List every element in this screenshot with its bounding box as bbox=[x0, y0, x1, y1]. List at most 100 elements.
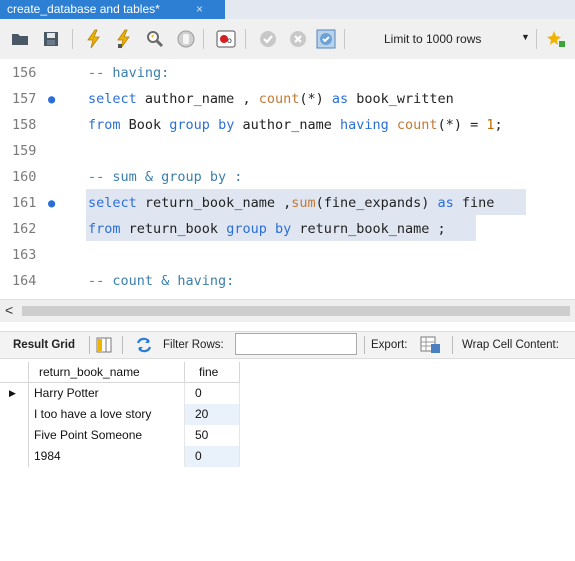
code-text: -- sum & group by : bbox=[88, 164, 242, 190]
code-line[interactable]: 157 ● select author_name , count(*) as boo… bbox=[0, 86, 575, 112]
line-number: 159 bbox=[12, 143, 37, 159]
row-marker[interactable] bbox=[0, 404, 29, 425]
export-label: Export: bbox=[371, 339, 408, 351]
row-marker[interactable] bbox=[0, 446, 29, 467]
beautify-icon[interactable] bbox=[546, 29, 566, 49]
code-token: from bbox=[88, 221, 121, 237]
stop-icon[interactable] bbox=[176, 29, 196, 49]
editor-tab-bar: create_database and tables* × bbox=[0, 0, 575, 19]
code-line[interactable]: 158 from Book group by author_name having… bbox=[0, 112, 575, 138]
toolbar-separator bbox=[122, 336, 123, 354]
code-token: return_book_name ; bbox=[291, 221, 446, 237]
refresh-icon[interactable] bbox=[135, 337, 153, 353]
statement-marker-icon: ● bbox=[48, 92, 56, 106]
toolbar-separator bbox=[72, 29, 73, 49]
code-line[interactable]: 162 from return_book group by return_book… bbox=[0, 216, 575, 242]
column-header[interactable]: return_book_name bbox=[29, 362, 185, 383]
code-token: as bbox=[331, 91, 349, 107]
code-token: select bbox=[88, 91, 137, 107]
scrollbar-thumb[interactable] bbox=[22, 306, 570, 316]
code-text: from return_book group by return_book_na… bbox=[88, 216, 446, 242]
tab-title: create_database and tables* bbox=[7, 2, 160, 16]
code-token: select bbox=[88, 195, 137, 211]
code-line[interactable]: 159 bbox=[0, 138, 575, 164]
line-number: 162 bbox=[12, 221, 37, 237]
code-token: count bbox=[258, 91, 300, 107]
toolbar-separator bbox=[245, 29, 246, 49]
current-row-icon: ▶ bbox=[9, 388, 16, 398]
table-cell[interactable]: 1984 bbox=[29, 446, 185, 467]
code-text: -- having: bbox=[88, 60, 169, 86]
code-token: return_book bbox=[120, 221, 227, 237]
tab-close-icon[interactable]: × bbox=[196, 0, 203, 19]
code-token: group by bbox=[226, 221, 292, 237]
toolbar-separator bbox=[536, 29, 537, 49]
code-text: select return_book_name ,sum(fine_expand… bbox=[88, 190, 494, 216]
line-number: 160 bbox=[12, 169, 37, 185]
wrap-cell-content-label[interactable]: Wrap Cell Content: bbox=[462, 339, 559, 351]
explain-icon[interactable] bbox=[145, 29, 165, 49]
scroll-left-icon[interactable]: < bbox=[5, 302, 13, 318]
table-cell[interactable]: I too have a love story bbox=[29, 404, 185, 425]
toolbar-separator bbox=[364, 336, 365, 354]
limit-rows-select[interactable]: Limit to 1000 rows bbox=[384, 32, 481, 46]
code-token: from bbox=[88, 117, 121, 133]
table-cell[interactable]: 20 bbox=[185, 404, 240, 425]
code-line[interactable]: 160 -- sum & group by : bbox=[0, 164, 575, 190]
toggle-continue-on-error-icon[interactable]: o bbox=[216, 29, 236, 49]
column-header[interactable]: fine bbox=[185, 362, 240, 383]
export-icon[interactable] bbox=[420, 335, 442, 355]
code-token: Book bbox=[120, 117, 170, 133]
code-line[interactable]: 164 -- count & having: bbox=[0, 268, 575, 294]
table-cell[interactable]: Five Point Someone bbox=[29, 425, 185, 446]
grid-columns-icon[interactable] bbox=[96, 337, 112, 353]
table-cell[interactable]: Harry Potter bbox=[29, 383, 185, 404]
sql-editor-toolbar: o Limit to 1000 rows ▼ bbox=[0, 19, 575, 60]
editor-horizontal-scrollbar[interactable]: < bbox=[0, 299, 575, 322]
code-token: -- count & having: bbox=[88, 273, 235, 289]
code-text: from Book group by author_name having co… bbox=[88, 112, 503, 138]
code-line[interactable]: 161 ● select return_book_name ,sum(fine_ex… bbox=[0, 190, 575, 216]
line-number: 161 bbox=[12, 195, 37, 211]
toolbar-separator bbox=[203, 29, 204, 49]
execute-icon[interactable] bbox=[84, 29, 104, 49]
code-line[interactable]: 163 bbox=[0, 242, 575, 268]
table-cell[interactable]: 0 bbox=[185, 446, 240, 467]
execute-current-icon[interactable] bbox=[114, 29, 134, 49]
code-token: as bbox=[437, 195, 454, 211]
rollback-icon[interactable] bbox=[288, 29, 308, 49]
code-token: -- having: bbox=[88, 65, 170, 81]
code-token: ; bbox=[494, 117, 503, 133]
commit-icon[interactable] bbox=[258, 29, 278, 49]
filter-rows-input[interactable] bbox=[235, 333, 357, 355]
code-text: select author_name , count(*) as book_wr… bbox=[88, 86, 454, 112]
statement-marker-icon: ● bbox=[48, 196, 56, 210]
toolbar-separator bbox=[89, 336, 90, 354]
code-token: (fine_expands) bbox=[315, 195, 438, 211]
row-marker[interactable]: ▶ bbox=[0, 383, 29, 404]
filter-rows-label: Filter Rows: bbox=[163, 339, 224, 351]
table-cell[interactable]: 0 bbox=[185, 383, 240, 404]
save-icon[interactable] bbox=[41, 29, 61, 49]
code-text: -- count & having: bbox=[88, 268, 234, 294]
chevron-down-icon[interactable]: ▼ bbox=[521, 32, 530, 42]
code-token: fine bbox=[453, 195, 495, 211]
toolbar-separator bbox=[344, 29, 345, 49]
code-token: (*) bbox=[299, 91, 332, 107]
result-grid-label[interactable]: Result Grid bbox=[13, 339, 75, 351]
folder-icon[interactable] bbox=[10, 29, 30, 49]
line-number: 157 bbox=[12, 91, 37, 107]
code-token: sum bbox=[291, 195, 316, 211]
autocommit-icon[interactable] bbox=[316, 29, 336, 49]
row-marker[interactable] bbox=[0, 425, 29, 446]
row-header-corner bbox=[0, 362, 29, 383]
code-token: group by bbox=[169, 117, 235, 133]
sql-editor[interactable]: 156 -- having: 157 ● select author_name , co… bbox=[0, 59, 575, 299]
tab-create-database[interactable]: create_database and tables* × bbox=[0, 0, 225, 19]
toolbar-separator bbox=[452, 336, 453, 354]
table-cell[interactable]: 50 bbox=[185, 425, 240, 446]
line-number: 156 bbox=[12, 65, 37, 81]
code-token: return_book_name , bbox=[136, 195, 292, 211]
code-line[interactable]: 156 -- having: bbox=[0, 60, 575, 86]
